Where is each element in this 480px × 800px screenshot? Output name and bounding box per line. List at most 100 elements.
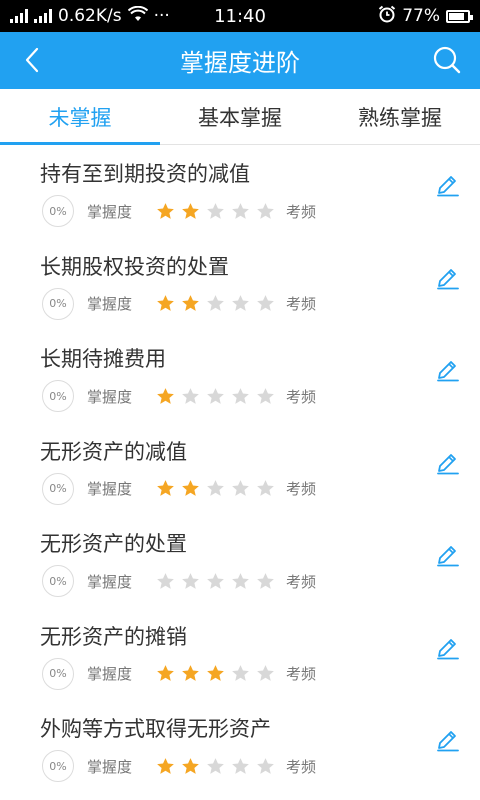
star-empty-icon [207,757,224,774]
star-empty-icon [182,572,199,589]
star-empty-icon [232,665,249,681]
mastery-label: 掌握度 [87,757,133,776]
list-item[interactable]: 无形资产的减值 0% 掌握度 考频 [0,424,480,517]
frequency-label: 考频 [286,665,317,683]
back-button[interactable] [14,42,50,78]
star-empty-icon [257,480,274,496]
edit-icon [437,176,459,197]
edit-icon [437,361,459,382]
search-button[interactable] [428,41,466,79]
star-filled-icon [182,202,199,219]
edit-button[interactable] [434,540,462,568]
star-empty-icon [257,757,274,774]
edit-button[interactable] [434,263,462,291]
star-filled-icon [157,387,174,404]
edit-button[interactable] [434,355,462,383]
star-filled-icon [157,480,174,496]
status-right: 77% [378,5,473,28]
star-filled-icon [157,202,174,219]
page-title: 掌握度进阶 [180,49,300,77]
item-title: 无形资产的摊销 [40,624,187,649]
list-item[interactable]: 无形资产的摊销 0% 掌握度 考频 [0,609,480,702]
star-empty-icon [257,387,274,404]
frequency-label: 考频 [286,757,317,776]
star-empty-icon [182,387,199,404]
frequency-label: 考频 [286,480,317,498]
item-meta: 0% 掌握度 考频 [42,287,317,320]
frequency-rating [156,757,275,776]
star-filled-icon [157,665,174,681]
star-empty-icon [232,202,249,219]
star-empty-icon [232,757,249,774]
star-empty-icon [257,665,274,681]
wifi-icon [127,5,148,27]
mastery-percent-badge: 0% [42,657,74,690]
signal-icon-2 [34,9,52,23]
item-title: 持有至到期投资的减值 [40,162,250,186]
edit-icon [437,268,459,289]
star-empty-icon [157,572,174,589]
list-item[interactable]: 长期股权投资的处置 0% 掌握度 考频 [0,239,480,332]
item-meta: 0% 掌握度 考频 [42,472,317,505]
item-meta: 0% 掌握度 考频 [42,565,316,597]
list-item[interactable]: 长期待摊费用 0% 掌握度 考频 [0,331,480,424]
star-filled-icon [182,757,199,774]
frequency-rating [156,294,275,313]
item-title: 长期待摊费用 [40,347,166,371]
edit-button[interactable] [434,725,462,753]
frequency-rating [156,479,275,498]
alarm-icon [378,5,396,28]
mastery-label: 掌握度 [87,480,133,498]
star-empty-icon [207,480,224,496]
star-empty-icon [257,572,274,589]
list-item[interactable]: 持有至到期投资的减值 0% 掌握度 考频 [0,146,480,239]
item-meta: 0% 掌握度 考频 [42,657,317,690]
battery-percent: 77% [402,6,440,26]
star-empty-icon [207,387,224,404]
mastery-percent-badge: 0% [42,380,74,412]
item-meta: 0% 掌握度 考频 [42,380,316,412]
mastery-label: 掌握度 [87,295,133,313]
item-title: 无形资产的减值 [40,439,187,464]
tab-basic-mastered[interactable]: 基本掌握 [160,89,320,144]
star-empty-icon [257,295,274,311]
mastery-percent-badge: 0% [42,565,74,597]
star-empty-icon [207,572,224,589]
mastery-percent-badge: 0% [42,472,74,505]
item-meta: 0% 掌握度 考频 [42,750,316,782]
app-header: 掌握度进阶 [0,32,480,89]
star-filled-icon [182,295,199,311]
list-item[interactable]: 无形资产的处置 0% 掌握度 考频 [0,516,480,609]
item-title: 无形资产的处置 [40,532,187,556]
tab-not-mastered[interactable]: 未掌握 [0,89,160,145]
list-item[interactable]: 外购等方式取得无形资产 0% 掌握度 考频 [0,701,480,794]
frequency-rating [156,664,275,683]
star-empty-icon [232,295,249,311]
mastery-label: 掌握度 [87,665,133,683]
star-empty-icon [257,202,274,219]
star-empty-icon [207,202,224,219]
edit-button[interactable] [434,633,462,661]
edit-icon [437,453,459,474]
status-bar: 0.62K/s ··· 11:40 77% [0,0,480,32]
star-filled-icon [207,665,224,681]
star-empty-icon [232,480,249,496]
frequency-label: 考频 [286,572,317,591]
tab-proficient[interactable]: 熟练掌握 [320,89,480,144]
mastery-percent-badge: 0% [42,750,74,782]
frequency-rating [156,387,275,406]
chevron-left-icon [25,47,39,73]
mastery-label: 掌握度 [87,202,133,221]
tab-bar: 未掌握 基本掌握 熟练掌握 [0,89,480,145]
mastery-label: 掌握度 [87,387,133,406]
edit-icon [437,546,459,567]
item-title: 外购等方式取得无形资产 [40,717,271,741]
edit-button[interactable] [434,170,462,198]
frequency-label: 考频 [286,295,317,313]
star-empty-icon [232,387,249,404]
mastery-percent-badge: 0% [42,287,74,320]
star-filled-icon [182,480,199,496]
more-dots: ··· [153,6,170,26]
edit-button[interactable] [434,448,462,476]
star-filled-icon [182,665,199,681]
